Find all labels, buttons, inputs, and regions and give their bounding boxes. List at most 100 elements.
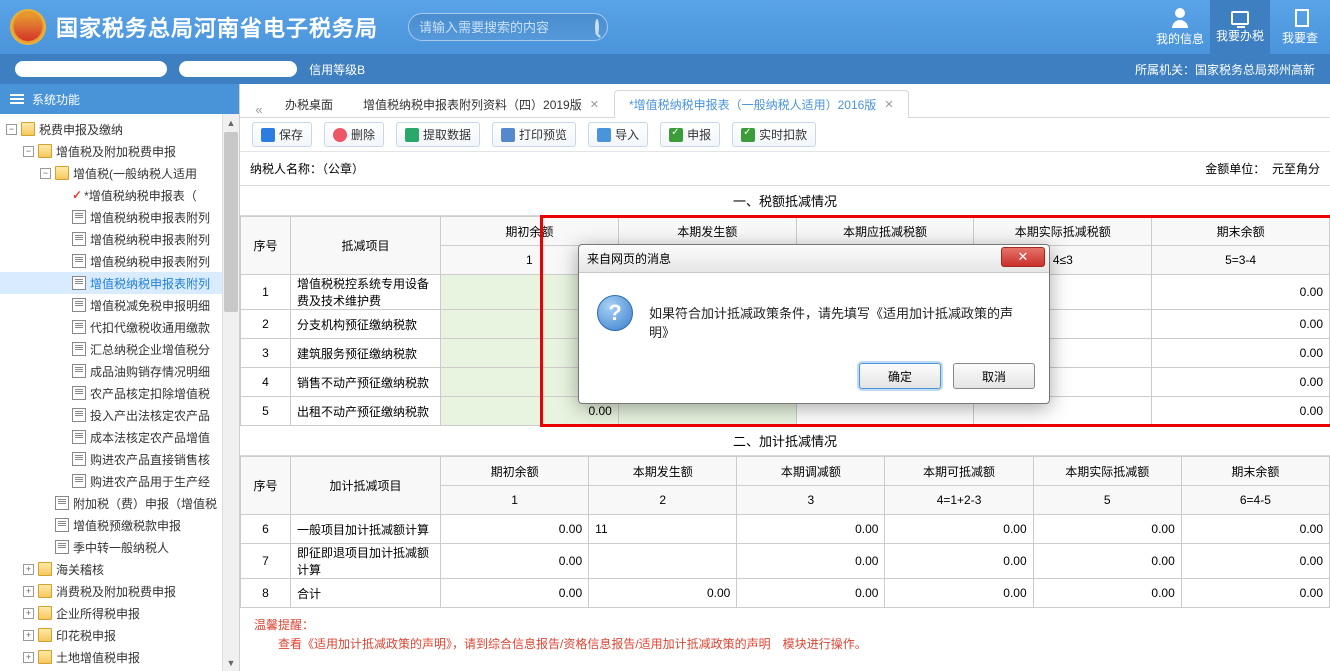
col-header: 期末余额 (1152, 217, 1330, 246)
tree-node[interactable]: −增值税及附加税费申报 (0, 140, 222, 162)
file-icon (1295, 9, 1309, 27)
folder-icon (38, 584, 52, 598)
expand-icon[interactable]: + (23, 564, 34, 575)
section-2-title: 二、加计抵减情况 (240, 426, 1330, 456)
col-header: 期初余额 (441, 457, 589, 486)
realtime-button[interactable]: 实时扣款 (732, 122, 816, 147)
tree-node[interactable]: 购进农产品直接销售核 (0, 448, 222, 470)
tab-prev-button[interactable]: « (248, 102, 270, 117)
fetch-data-button[interactable]: 提取数据 (396, 122, 480, 147)
delete-button[interactable]: 删除 (324, 122, 384, 147)
header-handle-tax-button[interactable]: 我要办税 (1210, 0, 1270, 54)
file-icon (72, 364, 86, 378)
expand-icon[interactable]: + (23, 652, 34, 663)
fetch-icon (405, 128, 419, 142)
header-query-button[interactable]: 我要查 (1270, 0, 1330, 54)
tree-node[interactable]: 代扣代缴税收通用缴款 (0, 316, 222, 338)
tree-node[interactable]: 成本法核定农产品增值 (0, 426, 222, 448)
submit-button[interactable]: 申报 (660, 122, 720, 147)
file-icon (72, 276, 86, 290)
col-header: 本期可抵减额 (885, 457, 1033, 486)
close-icon[interactable]: ✕ (590, 98, 599, 111)
dialog-title: 来自网页的消息 (587, 250, 671, 267)
table-row: 6一般项目加计抵减额计算0.00110.000.000.000.00 (241, 515, 1330, 544)
tab-main-form[interactable]: *增值税纳税申报表（一般纳税人适用）2016版✕ (614, 90, 909, 118)
collapse-icon[interactable]: − (40, 168, 51, 179)
col-header: 期末余额 (1181, 457, 1329, 486)
collapse-icon[interactable]: − (23, 146, 34, 157)
tree-node[interactable]: 增值税纳税申报表附列 (0, 228, 222, 250)
delete-icon (333, 128, 347, 142)
tree-node[interactable]: 购进农产品用于生产经 (0, 470, 222, 492)
tab-home[interactable]: 办税桌面 (270, 90, 348, 118)
import-button[interactable]: 导入 (588, 122, 648, 147)
tab-attachment-4[interactable]: 增值税纳税申报表附列资料（四）2019版✕ (348, 90, 614, 118)
tree-node-active[interactable]: 增值税纳税申报表附列 (0, 272, 222, 294)
tree-node[interactable]: −税费申报及缴纳 (0, 118, 222, 140)
tree-node[interactable]: +土地增值税申报 (0, 646, 222, 668)
import-icon (597, 128, 611, 142)
additional-deduction-table: 序号 加计抵减项目 期初余额 本期发生额 本期调减额 本期可抵减额 本期实际抵减… (240, 456, 1330, 608)
tab-strip: « 办税桌面 增值税纳税申报表附列资料（四）2019版✕ *增值税纳税申报表（一… (240, 84, 1330, 118)
expand-icon[interactable]: + (23, 630, 34, 641)
tree-node[interactable]: +消费税及附加税费申报 (0, 580, 222, 602)
tree-node[interactable]: 附加税（费）申报（增值税 (0, 492, 222, 514)
tree-node[interactable]: 成品油购销存情况明细 (0, 360, 222, 382)
col-header: 本期实际抵减额 (1033, 457, 1181, 486)
scroll-down-icon[interactable]: ▼ (223, 654, 239, 671)
col-header: 本期调减额 (737, 457, 885, 486)
dialog-cancel-button[interactable]: 取消 (953, 363, 1035, 389)
search-input[interactable] (419, 20, 595, 35)
expand-icon[interactable]: + (23, 608, 34, 619)
col-header: 期初余额 (441, 217, 619, 246)
scroll-up-icon[interactable]: ▲ (223, 114, 239, 131)
expand-icon[interactable]: + (23, 586, 34, 597)
print-button[interactable]: 打印预览 (492, 122, 576, 147)
section-1-title: 一、税额抵减情况 (240, 186, 1330, 216)
tree-node[interactable]: ✓*增值税纳税申报表（ (0, 184, 222, 206)
tree-node[interactable]: 增值税纳税申报表附列 (0, 250, 222, 272)
file-icon (72, 232, 86, 246)
header-my-info-button[interactable]: 我的信息 (1150, 0, 1210, 54)
file-icon (55, 496, 69, 510)
scroll-thumb[interactable] (224, 132, 238, 312)
file-icon (72, 342, 86, 356)
top-header: 国家税务总局河南省电子税务局 我的信息 我要办税 我要查 (0, 0, 1330, 54)
file-icon (72, 430, 86, 444)
tree-node[interactable]: −增值税(一般纳税人适用 (0, 162, 222, 184)
tree-node[interactable]: +海关稽核 (0, 558, 222, 580)
search-icon[interactable] (595, 19, 599, 35)
redacted-id: ████████████ (179, 61, 297, 77)
sidebar-title: 系统功能 (0, 84, 239, 114)
tree-node[interactable]: 增值税纳税申报表附列 (0, 206, 222, 228)
tree-node[interactable]: 增值税减免税申报明细 (0, 294, 222, 316)
dialog-title-bar[interactable]: 来自网页的消息 ✕ (579, 245, 1049, 273)
file-icon (72, 452, 86, 466)
redacted-company: ████████████████ (15, 61, 167, 77)
tree-node[interactable]: 汇总纳税企业增值税分 (0, 338, 222, 360)
toolbar: 保存 删除 提取数据 打印预览 导入 申报 实时扣款 (240, 118, 1330, 152)
folder-icon (38, 144, 52, 158)
tree-node[interactable]: 增值税预缴税款申报 (0, 514, 222, 536)
col-subheader: 2 (589, 486, 737, 515)
tree-node[interactable]: +印花税申报 (0, 624, 222, 646)
sub-header: ████████████████ ████████████ 信用等级B 所属机关… (0, 54, 1330, 84)
tree-node[interactable]: +企业所得税申报 (0, 602, 222, 624)
col-header: 本期发生额 (589, 457, 737, 486)
search-box[interactable] (408, 13, 608, 41)
collapse-icon[interactable]: − (6, 124, 17, 135)
user-icon (1170, 8, 1190, 28)
col-subheader: 3 (737, 486, 885, 515)
tree-node[interactable]: 农产品核定扣除增值税 (0, 382, 222, 404)
close-icon[interactable]: ✕ (884, 98, 893, 111)
col-header: 序号 (241, 217, 291, 275)
sidebar-scrollbar[interactable]: ▲ ▼ (222, 114, 239, 671)
dialog-ok-button[interactable]: 确定 (859, 363, 941, 389)
tree-node[interactable]: 季中转一般纳税人 (0, 536, 222, 558)
realtime-icon (741, 128, 755, 142)
dialog-close-button[interactable]: ✕ (1001, 247, 1045, 267)
menu-icon (10, 92, 24, 106)
save-button[interactable]: 保存 (252, 122, 312, 147)
tree-node[interactable]: 投入产出法核定农产品 (0, 404, 222, 426)
folder-icon (55, 166, 69, 180)
